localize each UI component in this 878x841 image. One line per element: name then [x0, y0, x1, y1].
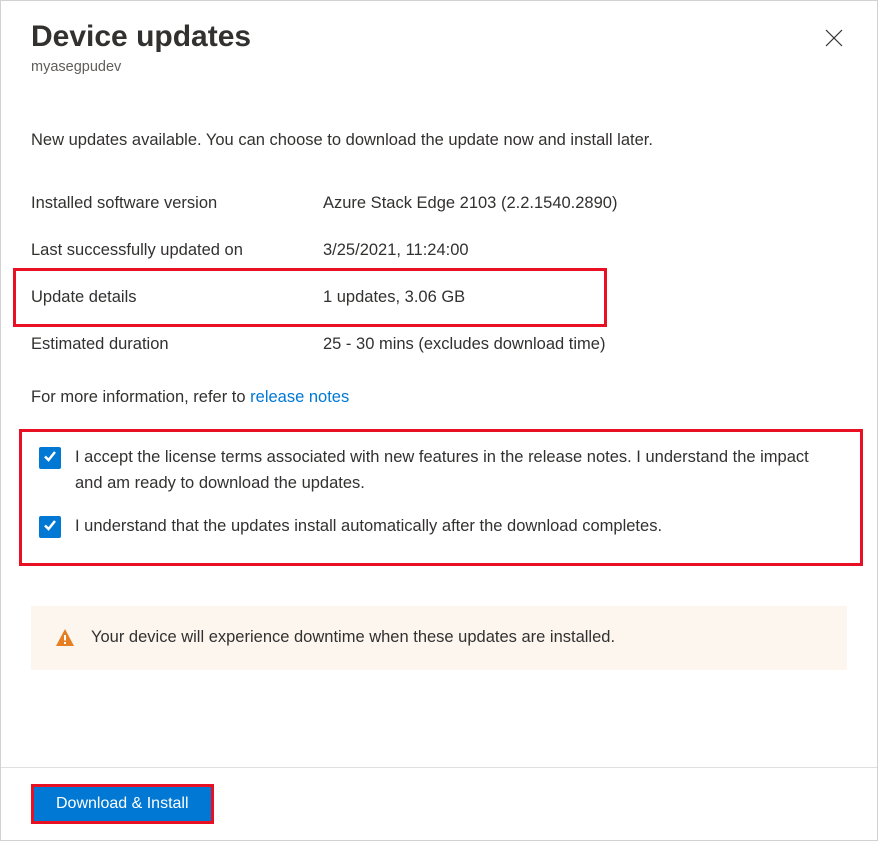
close-icon — [825, 35, 843, 50]
checkmark-icon — [43, 518, 57, 537]
checkbox-section: I accept the license terms associated wi… — [31, 429, 847, 566]
info-grid: Installed software version Azure Stack E… — [31, 180, 847, 368]
device-name: myasegpudev — [31, 59, 251, 75]
update-details-label: Update details — [31, 288, 323, 307]
warning-text: Your device will experience downtime whe… — [91, 628, 615, 647]
checkbox-row-auto-install: I understand that the updates install au… — [39, 508, 839, 552]
estimated-value: 25 - 30 mins (excludes download time) — [323, 335, 605, 354]
checkbox-row-accept: I accept the license terms associated wi… — [39, 439, 839, 508]
release-notes-link[interactable]: release notes — [250, 388, 349, 406]
close-button[interactable] — [821, 25, 847, 54]
last-updated-label: Last successfully updated on — [31, 241, 323, 260]
download-install-button[interactable]: Download & Install — [31, 784, 214, 824]
checkmark-icon — [43, 449, 57, 468]
more-info-prefix: For more information, refer to — [31, 388, 250, 406]
info-row-last-updated: Last successfully updated on 3/25/2021, … — [31, 227, 847, 274]
status-text: New updates available. You can choose to… — [31, 131, 847, 150]
panel-footer: Download & Install — [1, 767, 877, 840]
version-value: Azure Stack Edge 2103 (2.2.1540.2890) — [323, 194, 617, 213]
page-title: Device updates — [31, 19, 251, 55]
auto-install-checkbox[interactable] — [39, 516, 61, 538]
accept-terms-label: I accept the license terms associated wi… — [75, 445, 839, 496]
info-row-estimated: Estimated duration 25 - 30 mins (exclude… — [31, 321, 847, 368]
warning-icon — [55, 628, 75, 648]
auto-install-label: I understand that the updates install au… — [75, 514, 662, 540]
warning-banner: Your device will experience downtime whe… — [31, 606, 847, 670]
info-row-update-details: Update details 1 updates, 3.06 GB — [31, 274, 847, 321]
accept-terms-checkbox[interactable] — [39, 447, 61, 469]
more-info-text: For more information, refer to release n… — [31, 388, 847, 407]
panel-header: Device updates myasegpudev — [31, 19, 847, 75]
last-updated-value: 3/25/2021, 11:24:00 — [323, 241, 469, 260]
version-label: Installed software version — [31, 194, 323, 213]
update-details-value: 1 updates, 3.06 GB — [323, 288, 465, 307]
device-updates-panel: Device updates myasegpudev New updates a… — [0, 0, 878, 841]
estimated-label: Estimated duration — [31, 335, 323, 354]
info-row-version: Installed software version Azure Stack E… — [31, 180, 847, 227]
